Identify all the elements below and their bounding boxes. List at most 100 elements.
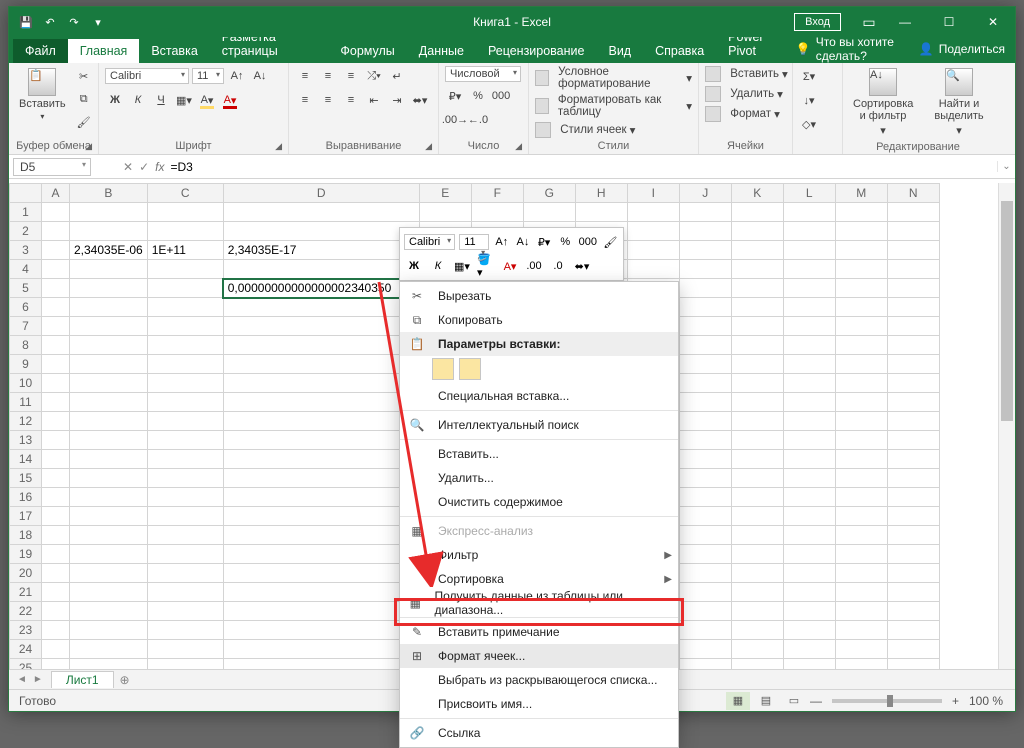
cell-K21[interactable]	[731, 583, 783, 602]
cell-J20[interactable]	[679, 564, 731, 583]
orientation-icon[interactable]: ⤮▾	[364, 66, 384, 86]
cell-L25[interactable]	[783, 659, 835, 670]
cell-B9[interactable]	[70, 355, 148, 374]
bold-button[interactable]: Ж	[105, 90, 125, 110]
merge-icon[interactable]: ⬌▾	[410, 90, 430, 110]
col-header-D[interactable]: D	[223, 184, 419, 203]
row-header-23[interactable]: 23	[10, 621, 42, 640]
cell-N18[interactable]	[887, 526, 939, 545]
cell-K19[interactable]	[731, 545, 783, 564]
cell-B2[interactable]	[70, 222, 148, 241]
delete-cells-button[interactable]: Удалить ▾	[705, 86, 783, 102]
cell-C17[interactable]	[147, 507, 223, 526]
mini-bold-button[interactable]: Ж	[404, 256, 424, 276]
cell-A10[interactable]	[42, 374, 70, 393]
sheet-nav-next-icon[interactable]: ►	[33, 674, 43, 685]
cell-M18[interactable]	[835, 526, 887, 545]
cell-L22[interactable]	[783, 602, 835, 621]
cell-C5[interactable]	[147, 279, 223, 298]
cell-N15[interactable]	[887, 469, 939, 488]
tab-formulas[interactable]: Формулы	[328, 39, 406, 63]
cell-C10[interactable]	[147, 374, 223, 393]
col-header-L[interactable]: L	[783, 184, 835, 203]
col-header-B[interactable]: B	[70, 184, 148, 203]
col-header-H[interactable]: H	[575, 184, 627, 203]
row-header-3[interactable]: 3	[10, 241, 42, 260]
cell-L20[interactable]	[783, 564, 835, 583]
col-header-N[interactable]: N	[887, 184, 939, 203]
cell-L17[interactable]	[783, 507, 835, 526]
mini-merge-icon[interactable]: ⬌▾	[572, 256, 592, 276]
cell-A2[interactable]	[42, 222, 70, 241]
font-color-icon[interactable]: A▾	[220, 90, 240, 110]
cell-M19[interactable]	[835, 545, 887, 564]
cell-M5[interactable]	[835, 279, 887, 298]
paste-button[interactable]: 📋 Вставить▾	[15, 66, 70, 123]
cell-C16[interactable]	[147, 488, 223, 507]
cell-N5[interactable]	[887, 279, 939, 298]
insert-cells-button[interactable]: Вставить ▾	[705, 66, 788, 82]
ctx-get-data[interactable]: ▦Получить данные из таблицы или диапазон…	[400, 591, 678, 615]
row-header-12[interactable]: 12	[10, 412, 42, 431]
page-break-view-icon[interactable]: ▭	[782, 692, 806, 710]
row-header-8[interactable]: 8	[10, 336, 42, 355]
tab-review[interactable]: Рецензирование	[476, 39, 597, 63]
cell-M20[interactable]	[835, 564, 887, 583]
mini-grow-font-icon[interactable]: A↑	[493, 232, 510, 252]
mini-font-color-icon[interactable]: A▾	[500, 256, 520, 276]
col-header-I[interactable]: I	[627, 184, 679, 203]
cell-N8[interactable]	[887, 336, 939, 355]
mini-italic-button[interactable]: К	[428, 256, 448, 276]
fill-color-icon[interactable]: A▾	[197, 90, 217, 110]
cell-N11[interactable]	[887, 393, 939, 412]
align-left-icon[interactable]: ≡	[295, 90, 315, 110]
cell-N25[interactable]	[887, 659, 939, 670]
cell-B10[interactable]	[70, 374, 148, 393]
col-header-K[interactable]: K	[731, 184, 783, 203]
cell-N4[interactable]	[887, 260, 939, 279]
new-sheet-button[interactable]: ⊕	[114, 673, 136, 687]
cell-B24[interactable]	[70, 640, 148, 659]
cell-N14[interactable]	[887, 450, 939, 469]
cell-D12[interactable]	[223, 412, 419, 431]
row-header-13[interactable]: 13	[10, 431, 42, 450]
tab-insert[interactable]: Вставка	[139, 39, 209, 63]
cell-C8[interactable]	[147, 336, 223, 355]
cell-K25[interactable]	[731, 659, 783, 670]
accounting-icon[interactable]: ₽▾	[445, 86, 465, 106]
cell-D19[interactable]	[223, 545, 419, 564]
expand-formula-bar-icon[interactable]: ⌄	[997, 161, 1015, 172]
cell-A1[interactable]	[42, 203, 70, 222]
cell-L4[interactable]	[783, 260, 835, 279]
cell-J6[interactable]	[679, 298, 731, 317]
cell-D9[interactable]	[223, 355, 419, 374]
cell-B16[interactable]	[70, 488, 148, 507]
cell-C6[interactable]	[147, 298, 223, 317]
maximize-button[interactable]: ☐	[927, 7, 971, 37]
cell-M23[interactable]	[835, 621, 887, 640]
cell-B13[interactable]	[70, 431, 148, 450]
cell-J11[interactable]	[679, 393, 731, 412]
cell-C2[interactable]	[147, 222, 223, 241]
wrap-text-icon[interactable]: ↵	[387, 66, 407, 86]
cell-J9[interactable]	[679, 355, 731, 374]
tab-home[interactable]: Главная	[68, 39, 140, 63]
cell-D20[interactable]	[223, 564, 419, 583]
cell-K23[interactable]	[731, 621, 783, 640]
enter-formula-icon[interactable]: ✓	[139, 160, 149, 174]
zoom-slider[interactable]	[832, 699, 942, 703]
cell-J21[interactable]	[679, 583, 731, 602]
cell-A7[interactable]	[42, 317, 70, 336]
cell-M4[interactable]	[835, 260, 887, 279]
cell-N24[interactable]	[887, 640, 939, 659]
cell-K1[interactable]	[731, 203, 783, 222]
cell-K18[interactable]	[731, 526, 783, 545]
cell-C3[interactable]: 1E+11	[147, 241, 223, 260]
cell-L7[interactable]	[783, 317, 835, 336]
shrink-font-icon[interactable]: A↓	[250, 66, 270, 86]
cell-A18[interactable]	[42, 526, 70, 545]
cell-K4[interactable]	[731, 260, 783, 279]
cell-J10[interactable]	[679, 374, 731, 393]
cell-J13[interactable]	[679, 431, 731, 450]
cell-A24[interactable]	[42, 640, 70, 659]
